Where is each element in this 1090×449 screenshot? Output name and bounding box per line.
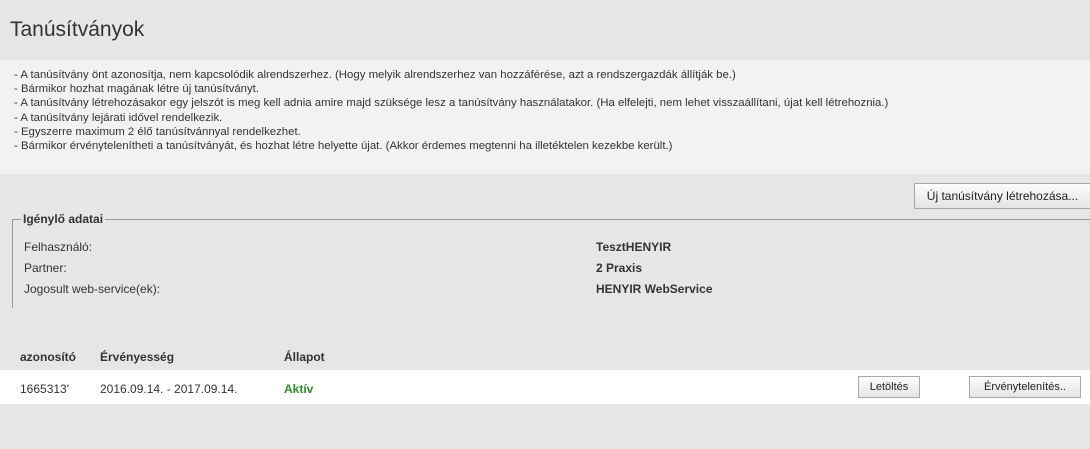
field-row-user: Felhasználó: TesztHENYIR (12, 240, 1090, 256)
table-row: 1665313' 2016.09.14. - 2017.09.14. Aktív… (0, 370, 1090, 404)
user-value: TesztHENYIR (596, 240, 672, 254)
column-header-id: azonosító (20, 350, 76, 364)
info-line: - Bármikor hozhat magának létre új tanús… (14, 83, 260, 96)
info-line: - A tanúsítvány lejárati idővel rendelke… (14, 111, 223, 124)
info-panel: - A tanúsítvány önt azonosítja, nem kapc… (0, 60, 1090, 174)
certificate-id: 1665313' (20, 382, 70, 396)
info-line: - A tanúsítvány önt azonosítja, nem kapc… (14, 69, 736, 81)
status-badge: Aktív (284, 382, 314, 396)
column-header-validity: Érvényesség (100, 350, 175, 364)
user-label: Felhasználó: (24, 240, 93, 254)
invalidate-button[interactable]: Érvénytelenítés.. (969, 376, 1081, 398)
partner-label: Partner: (24, 261, 67, 275)
download-button[interactable]: Letöltés (858, 376, 920, 398)
partner-value: 2 Praxis (596, 261, 643, 275)
info-line: - Egyszerre maximum 2 élő tanúsítvánnyal… (14, 125, 301, 138)
field-row-partner: Partner: 2 Praxis (12, 261, 1090, 277)
certificate-validity: 2016.09.14. - 2017.09.14. (100, 382, 238, 396)
webservice-value: HENYIR WebService (596, 282, 713, 296)
info-line: - A tanúsítvány létrehozásakor egy jelsz… (14, 97, 889, 110)
info-list: - A tanúsítvány önt azonosítja, nem kapc… (0, 60, 1090, 153)
page-header: Tanúsítványok (0, 0, 1090, 50)
webservice-label: Jogosult web-service(ek): (24, 282, 161, 296)
column-header-status: Állapot (284, 350, 325, 364)
new-certificate-button[interactable]: Új tanúsítvány létrehozása... (914, 183, 1090, 209)
page-title: Tanúsítványok (10, 18, 145, 41)
field-row-webservice: Jogosult web-service(ek): HENYIR WebServ… (12, 282, 1090, 298)
applicant-legend: Igénylő adatai (23, 212, 104, 226)
info-line: - Bármikor érvénytelenítheti a tanúsítvá… (14, 140, 673, 153)
